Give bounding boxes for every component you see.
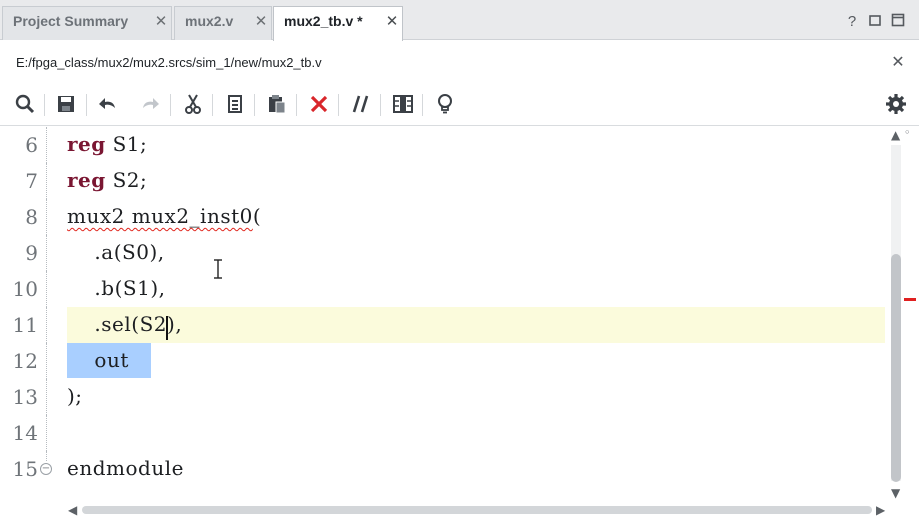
toolbar-separator	[380, 94, 381, 116]
code-text: .b(S1),	[67, 276, 166, 300]
line-number: 7	[25, 169, 38, 193]
scroll-up-icon[interactable]: ▲	[891, 129, 900, 141]
toolbar-separator	[422, 94, 423, 116]
error-underlined-text: mux2 mux2_inst0	[67, 204, 253, 228]
comment-icon[interactable]	[349, 92, 373, 116]
fold-guide	[46, 199, 47, 235]
columns-icon[interactable]	[391, 92, 415, 116]
code-text: );	[67, 384, 83, 408]
code-line[interactable]: 12 out	[0, 343, 885, 379]
fold-guide	[46, 307, 47, 343]
fold-guide	[46, 235, 47, 271]
line-number: 15	[12, 457, 38, 481]
line-number: 6	[25, 133, 38, 157]
fold-guide	[46, 415, 47, 451]
settings-icon[interactable]	[884, 92, 908, 116]
tab-mux2-v[interactable]: mux2.v ✕	[174, 6, 272, 40]
cut-icon[interactable]	[181, 92, 205, 116]
line-number: 10	[12, 277, 38, 301]
line-number: 14	[12, 421, 38, 445]
toolbar-separator	[86, 94, 87, 116]
paste-icon[interactable]	[265, 92, 289, 116]
help-icon[interactable]: ?	[843, 13, 861, 31]
code-text: reg S1;	[67, 132, 147, 156]
close-icon[interactable]: ✕	[889, 52, 907, 72]
text-caret	[166, 316, 169, 340]
overview-ruler-icon: ◦	[904, 126, 911, 139]
tab-mux2-tb-v[interactable]: mux2_tb.v * ✕	[273, 6, 403, 41]
close-icon[interactable]: ✕	[384, 14, 400, 30]
editor-toolbar	[0, 84, 919, 126]
toolbar-separator	[296, 94, 297, 116]
lightbulb-icon[interactable]	[433, 92, 457, 116]
code-line[interactable]: 10 .b(S1),	[0, 271, 885, 307]
line-number: 13	[12, 385, 38, 409]
code-line[interactable]: 15 − endmodule	[0, 451, 885, 487]
i-beam-cursor-icon	[214, 259, 222, 279]
copy-icon[interactable]	[223, 92, 247, 116]
line-number: 8	[25, 205, 38, 229]
code-before-caret: .sel(S2	[67, 312, 168, 336]
current-line-highlight	[67, 307, 885, 343]
line-number: 11	[12, 313, 38, 337]
code-text: out	[67, 348, 129, 372]
maximize-icon[interactable]	[889, 13, 907, 31]
code-line[interactable]: 13 );	[0, 379, 885, 415]
horizontal-scrollbar[interactable]: ◀ ▶	[66, 502, 892, 518]
save-icon[interactable]	[54, 92, 78, 116]
code-text: .sel(S2),	[67, 312, 183, 340]
undo-icon[interactable]	[96, 92, 120, 116]
toolbar-separator	[44, 94, 45, 116]
file-path-bar: E:/fpga_class/mux2/mux2.srcs/sim_1/new/m…	[0, 41, 919, 83]
code-line[interactable]: 8 mux2 mux2_inst0(	[0, 199, 885, 235]
error-marker[interactable]	[904, 298, 916, 301]
fold-guide	[46, 163, 47, 199]
toolbar-separator	[212, 94, 213, 116]
keyword: reg	[67, 132, 106, 156]
close-icon[interactable]: ✕	[253, 14, 269, 30]
toolbar-separator	[338, 94, 339, 116]
code-text: reg S2;	[67, 168, 147, 192]
search-icon[interactable]	[13, 92, 37, 116]
fold-guide	[46, 127, 47, 163]
code-rest: S2;	[105, 168, 148, 192]
code-editor[interactable]: 6 reg S1; 7 reg S2; 8 mux2 mux2_inst0( 9…	[0, 127, 919, 501]
keyword: reg	[67, 168, 106, 192]
editor-tab-bar: Project Summary ✕ mux2.v ✕ mux2_tb.v * ✕…	[0, 0, 919, 41]
fold-guide	[46, 271, 47, 307]
code-text: .a(S0),	[67, 240, 165, 264]
fold-toggle-icon[interactable]: −	[40, 463, 52, 475]
code-line[interactable]: 9 .a(S0),	[0, 235, 885, 271]
code-line[interactable]: 14	[0, 415, 885, 451]
tab-label: Project Summary	[13, 13, 129, 29]
scroll-right-icon[interactable]: ▶	[876, 504, 885, 516]
toolbar-separator	[254, 94, 255, 116]
vertical-scroll-thumb[interactable]	[891, 254, 901, 482]
code-line[interactable]: 7 reg S2;	[0, 163, 885, 199]
fold-guide	[46, 451, 47, 461]
line-number: 9	[25, 241, 38, 265]
tab-label: mux2.v	[185, 13, 234, 29]
restore-icon[interactable]	[866, 13, 884, 31]
scroll-left-icon[interactable]: ◀	[68, 504, 77, 516]
tab-project-summary[interactable]: Project Summary ✕	[2, 6, 172, 40]
code-after-caret: ),	[167, 312, 183, 336]
toolbar-separator	[170, 94, 171, 116]
line-number: 12	[12, 349, 38, 373]
close-icon[interactable]: ✕	[153, 14, 169, 30]
redo-icon[interactable]	[138, 92, 162, 116]
fold-guide	[46, 343, 47, 379]
code-text: endmodule	[67, 456, 184, 480]
file-path: E:/fpga_class/mux2/mux2.srcs/sim_1/new/m…	[16, 55, 322, 70]
current-code-line[interactable]: 11 .sel(S2),	[0, 307, 885, 343]
code-line[interactable]: 6 reg S1;	[0, 127, 885, 163]
fold-guide	[46, 379, 47, 415]
horizontal-scroll-thumb[interactable]	[82, 506, 872, 514]
code-text: mux2 mux2_inst0(	[67, 204, 261, 228]
code-rest: (	[252, 204, 262, 228]
delete-icon[interactable]	[307, 92, 331, 116]
tab-label: mux2_tb.v *	[284, 13, 363, 29]
code-rest: S1;	[105, 132, 148, 156]
scroll-down-icon[interactable]: ▼	[891, 487, 900, 499]
